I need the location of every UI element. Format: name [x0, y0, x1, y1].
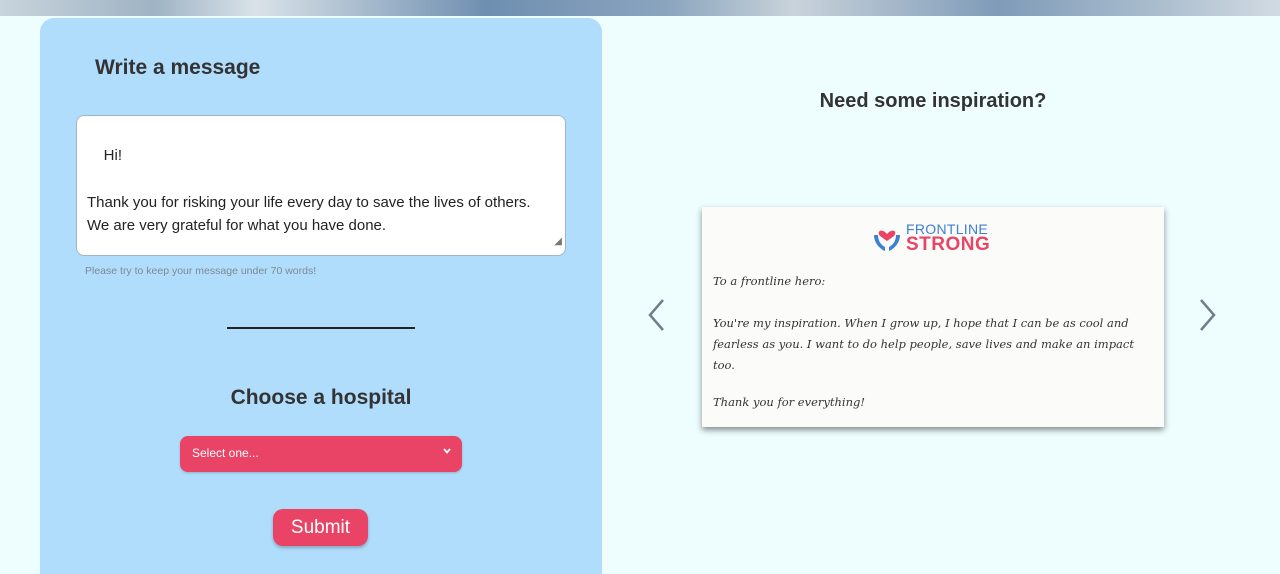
- sample-letter-card: FRONTLINE STRONG To a frontline hero: Yo…: [702, 207, 1164, 427]
- hospital-select[interactable]: Select one...: [180, 436, 462, 472]
- letter-closing: Thank you for everything!: [713, 395, 865, 409]
- resize-handle-icon[interactable]: ◢: [554, 230, 562, 254]
- compose-title: Write a message: [95, 56, 261, 79]
- submit-button[interactable]: Submit: [273, 509, 368, 546]
- heart-hands-icon: [872, 221, 902, 257]
- chevron-left-icon[interactable]: [645, 295, 669, 342]
- logo-text-bottom: STRONG: [906, 234, 991, 255]
- letter-greeting: To a frontline hero:: [713, 274, 826, 288]
- message-textarea[interactable]: Hi! Thank you for risking your life ever…: [76, 115, 566, 256]
- compose-panel: Write a message Hi! Thank you for riskin…: [40, 18, 602, 574]
- hospital-select-value: Select one...: [192, 446, 259, 460]
- frontline-strong-logo: FRONTLINE STRONG: [872, 219, 1002, 255]
- chevron-down-icon: [442, 445, 452, 459]
- hospital-title: Choose a hospital: [230, 386, 412, 409]
- chevron-right-icon[interactable]: [1195, 295, 1219, 342]
- inspiration-title: Need some inspiration?: [819, 90, 1047, 112]
- hero-image-strip: [0, 0, 1280, 16]
- message-text: Hi! Thank you for risking your life ever…: [87, 146, 531, 235]
- word-limit-hint: Please try to keep your message under 70…: [85, 265, 317, 277]
- letter-body: You're my inspiration. When I grow up, I…: [713, 316, 1134, 372]
- section-divider: [227, 327, 415, 329]
